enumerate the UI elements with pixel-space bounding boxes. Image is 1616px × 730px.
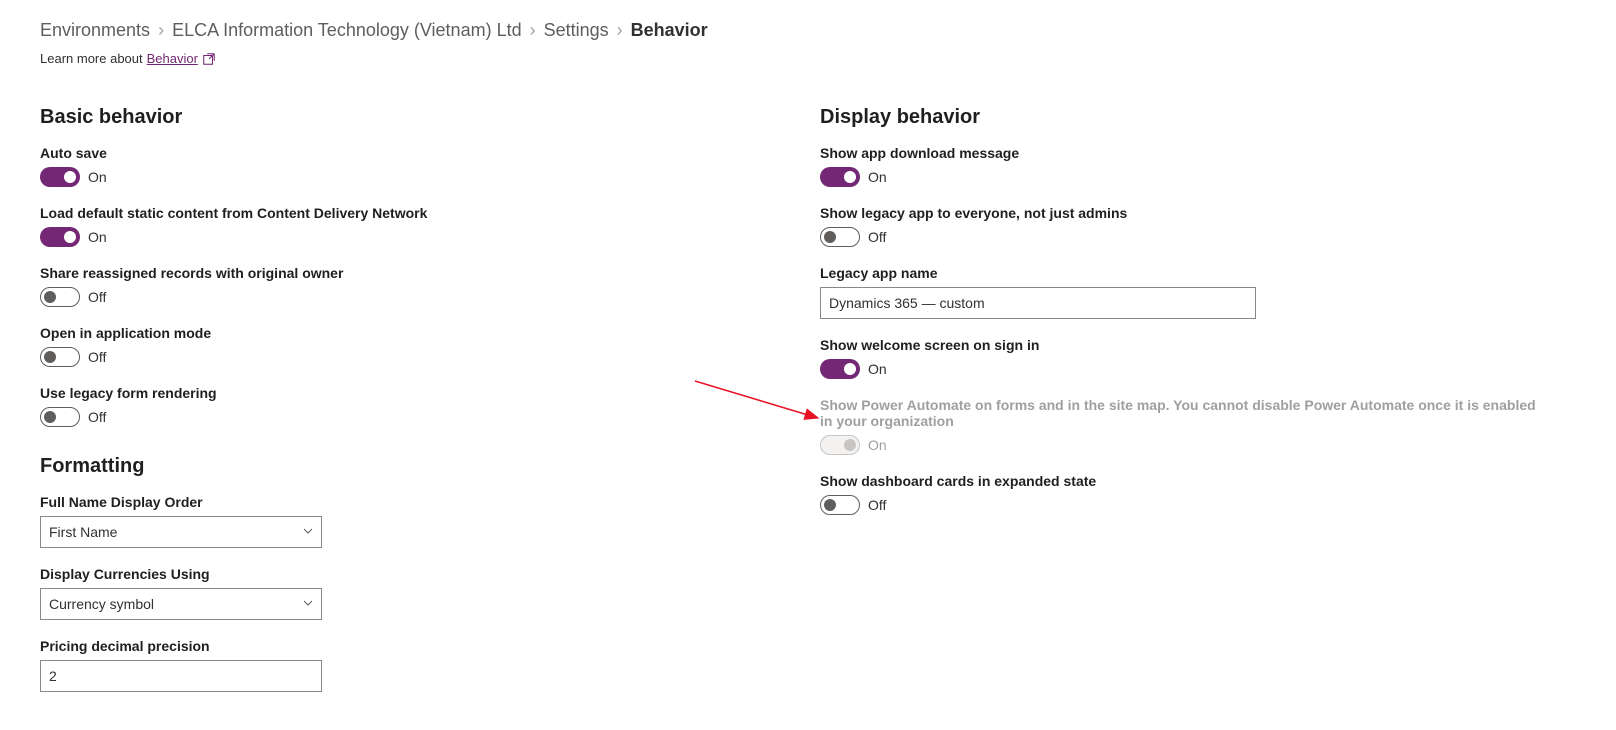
power-automate-field: Show Power Automate on forms and in the …: [820, 397, 1540, 455]
power-automate-toggle: [820, 435, 860, 455]
app-mode-label: Open in application mode: [40, 325, 740, 341]
learn-more-row: Learn more about Behavior: [40, 51, 1576, 66]
external-link-icon: [202, 52, 216, 66]
currency-display-label: Display Currencies Using: [40, 566, 740, 582]
chevron-right-icon: ›: [530, 20, 536, 41]
currency-display-field: Display Currencies Using: [40, 566, 740, 620]
app-mode-toggle[interactable]: [40, 347, 80, 367]
legacy-form-label: Use legacy form rendering: [40, 385, 740, 401]
dashboard-cards-toggle[interactable]: [820, 495, 860, 515]
legacy-app-name-label: Legacy app name: [820, 265, 1540, 281]
dashboard-cards-state: Off: [868, 497, 886, 513]
basic-behavior-heading: Basic behavior: [40, 106, 740, 129]
breadcrumb: Environments › ELCA Information Technolo…: [40, 20, 1576, 41]
legacy-app-name-field: Legacy app name: [820, 265, 1540, 319]
right-column: Display behavior Show app download messa…: [820, 106, 1540, 710]
full-name-order-label: Full Name Display Order: [40, 494, 740, 510]
formatting-heading: Formatting: [40, 455, 740, 478]
learn-more-link[interactable]: Behavior: [147, 51, 198, 66]
legacy-app-name-input[interactable]: [820, 287, 1256, 319]
chevron-right-icon: ›: [617, 20, 623, 41]
full-name-order-select[interactable]: [40, 516, 322, 548]
breadcrumb-environments[interactable]: Environments: [40, 20, 150, 41]
legacy-form-field: Use legacy form rendering Off: [40, 385, 740, 427]
share-reassigned-toggle[interactable]: [40, 287, 80, 307]
power-automate-label: Show Power Automate on forms and in the …: [820, 397, 1540, 429]
auto-save-state: On: [88, 169, 107, 185]
legacy-app-field: Show legacy app to everyone, not just ad…: [820, 205, 1540, 247]
share-reassigned-state: Off: [88, 289, 106, 305]
breadcrumb-org[interactable]: ELCA Information Technology (Vietnam) Lt…: [172, 20, 522, 41]
pricing-precision-input[interactable]: [40, 660, 322, 692]
cdn-label: Load default static content from Content…: [40, 205, 740, 221]
auto-save-toggle[interactable]: [40, 167, 80, 187]
chevron-right-icon: ›: [158, 20, 164, 41]
download-msg-label: Show app download message: [820, 145, 1540, 161]
download-msg-field: Show app download message On: [820, 145, 1540, 187]
download-msg-toggle[interactable]: [820, 167, 860, 187]
welcome-screen-field: Show welcome screen on sign in On: [820, 337, 1540, 379]
full-name-order-field: Full Name Display Order: [40, 494, 740, 548]
welcome-screen-toggle[interactable]: [820, 359, 860, 379]
breadcrumb-settings[interactable]: Settings: [544, 20, 609, 41]
power-automate-state: On: [868, 437, 887, 453]
pricing-precision-field: Pricing decimal precision: [40, 638, 740, 692]
dashboard-cards-label: Show dashboard cards in expanded state: [820, 473, 1540, 489]
breadcrumb-current: Behavior: [631, 20, 708, 41]
app-mode-state: Off: [88, 349, 106, 365]
legacy-app-label: Show legacy app to everyone, not just ad…: [820, 205, 1540, 221]
pricing-precision-label: Pricing decimal precision: [40, 638, 740, 654]
welcome-screen-label: Show welcome screen on sign in: [820, 337, 1540, 353]
cdn-field: Load default static content from Content…: [40, 205, 740, 247]
share-reassigned-field: Share reassigned records with original o…: [40, 265, 740, 307]
auto-save-field: Auto save On: [40, 145, 740, 187]
auto-save-label: Auto save: [40, 145, 740, 161]
welcome-screen-state: On: [868, 361, 887, 377]
app-mode-field: Open in application mode Off: [40, 325, 740, 367]
cdn-state: On: [88, 229, 107, 245]
share-reassigned-label: Share reassigned records with original o…: [40, 265, 740, 281]
display-behavior-heading: Display behavior: [820, 106, 1540, 129]
cdn-toggle[interactable]: [40, 227, 80, 247]
legacy-app-state: Off: [868, 229, 886, 245]
left-column: Basic behavior Auto save On Load default…: [40, 106, 740, 710]
legacy-form-toggle[interactable]: [40, 407, 80, 427]
legacy-app-toggle[interactable]: [820, 227, 860, 247]
dashboard-cards-field: Show dashboard cards in expanded state O…: [820, 473, 1540, 515]
download-msg-state: On: [868, 169, 887, 185]
currency-display-select[interactable]: [40, 588, 322, 620]
legacy-form-state: Off: [88, 409, 106, 425]
learn-more-prefix: Learn more about: [40, 51, 143, 66]
